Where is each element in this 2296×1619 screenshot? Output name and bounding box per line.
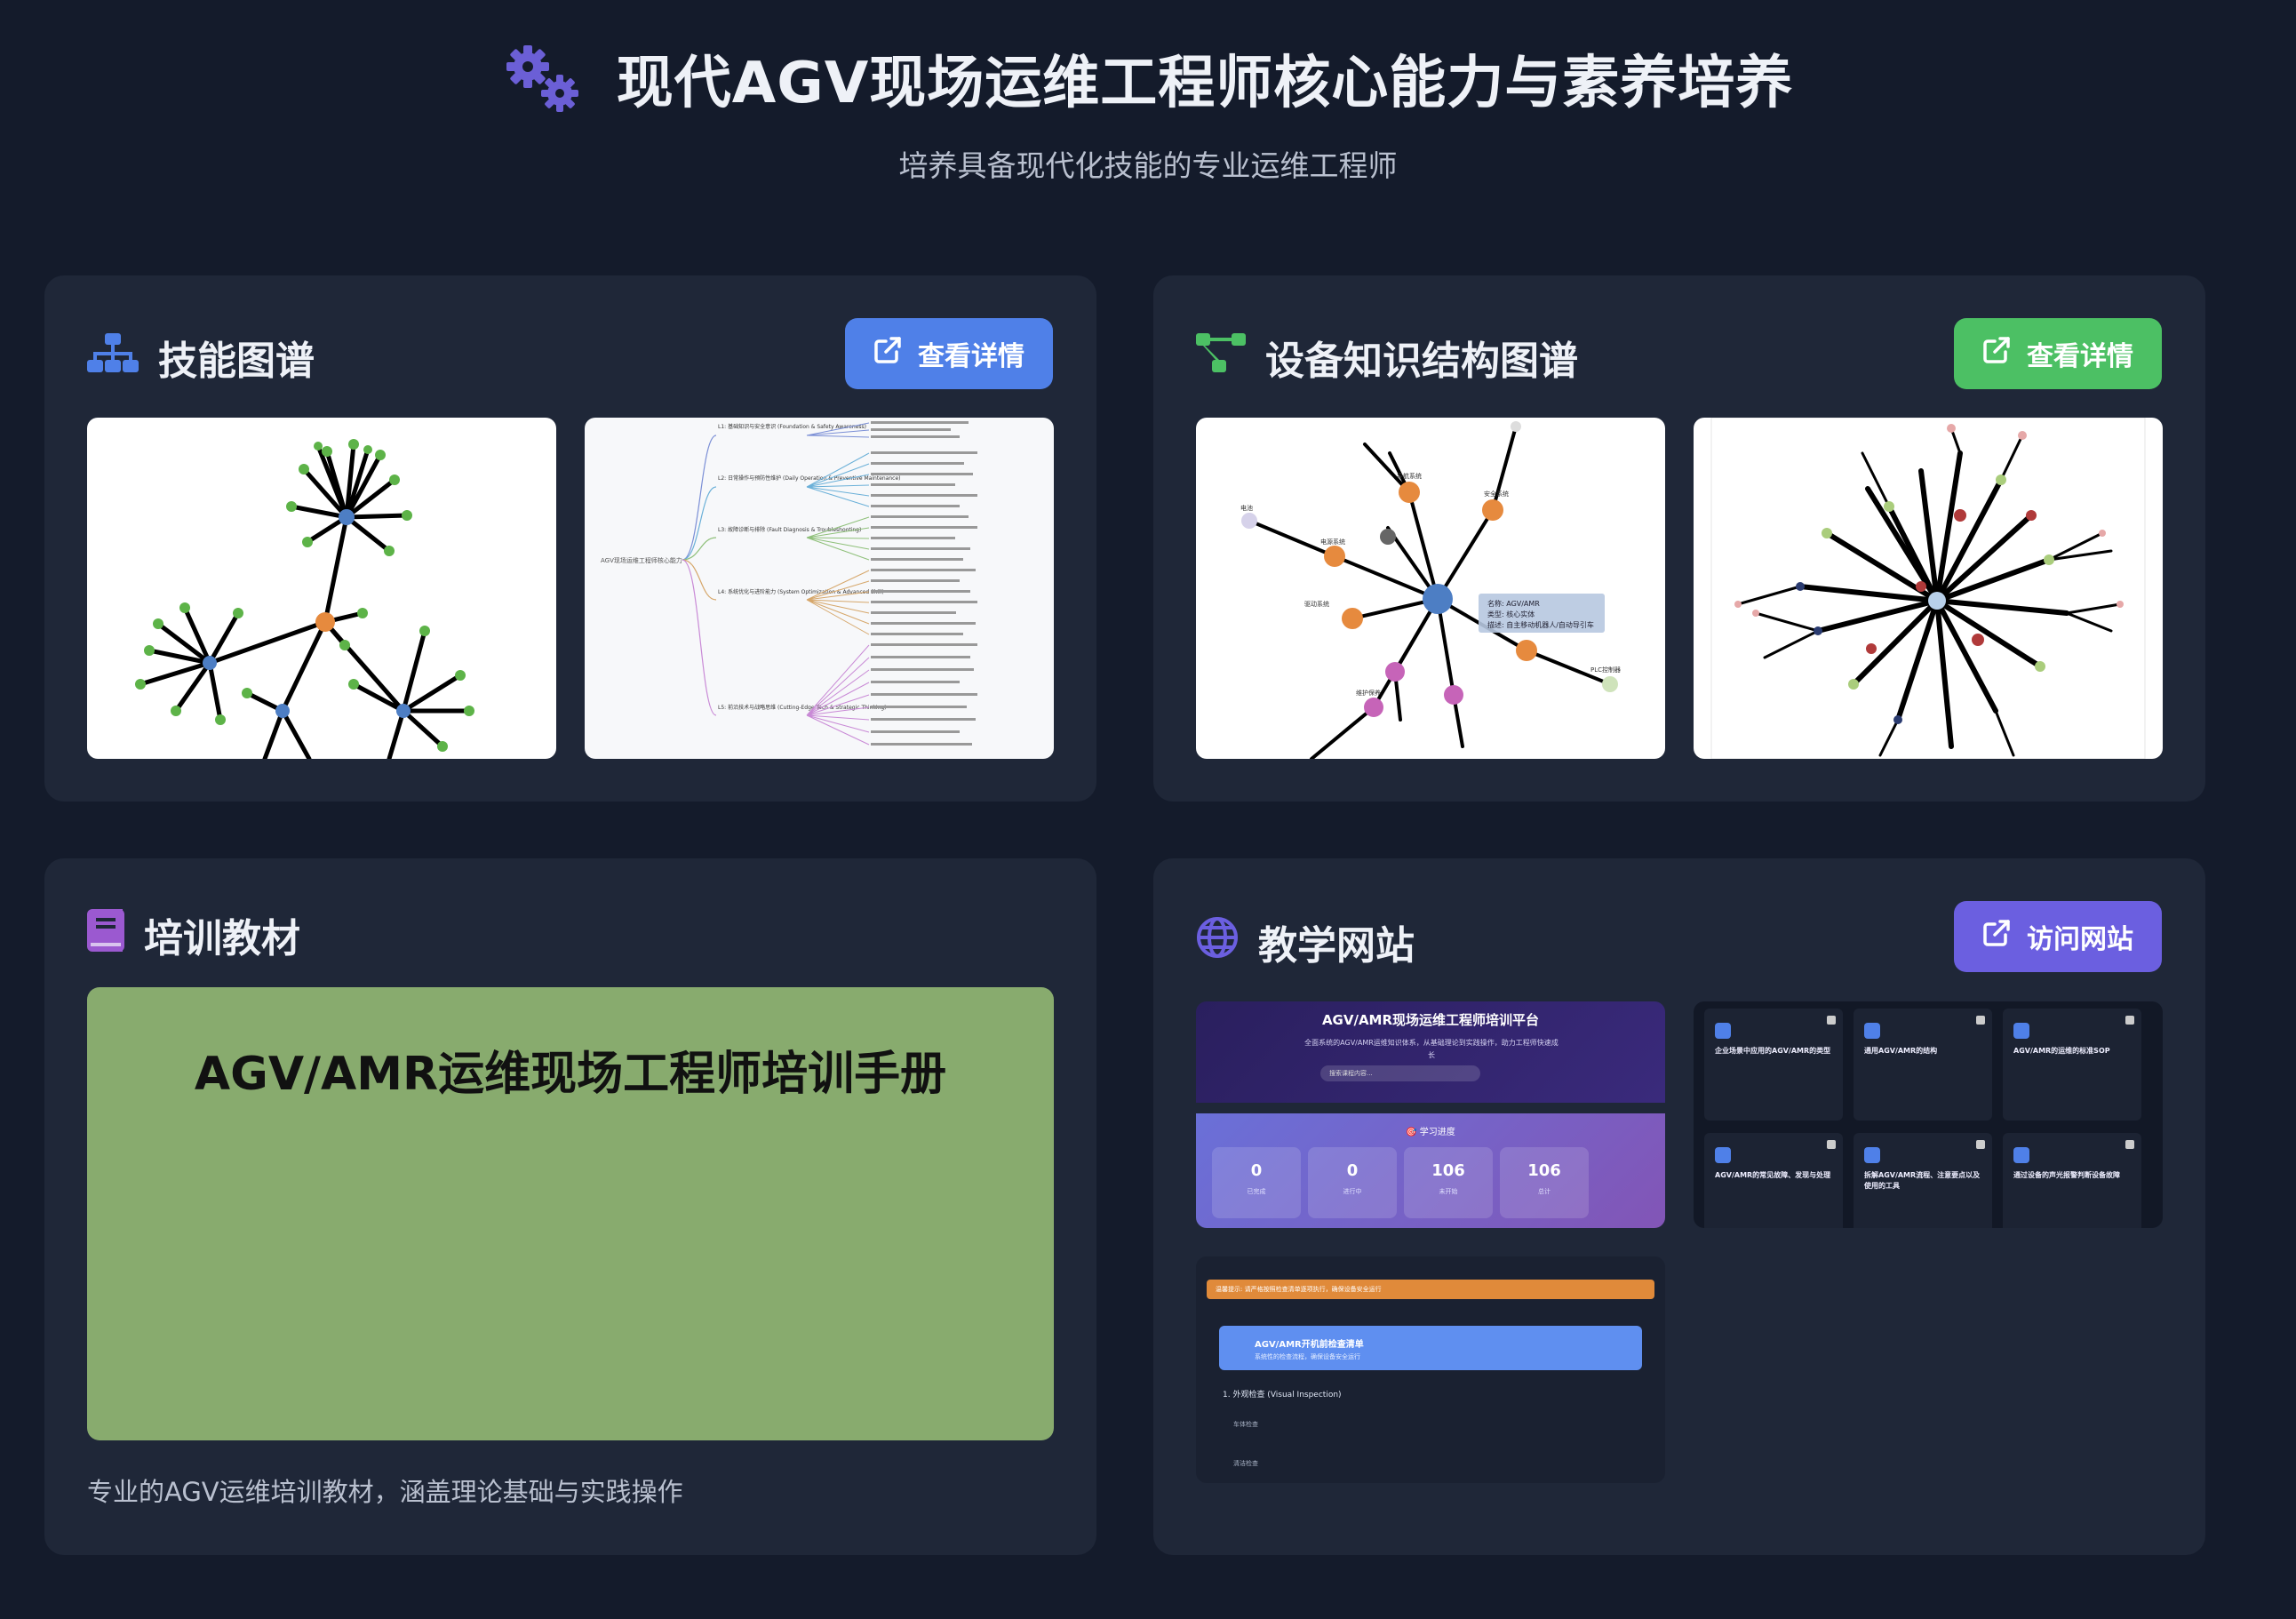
node-label-maintenance: 维护保养 <box>1356 689 1381 697</box>
training-manual-cover[interactable]: AGV/AMR运维现场工程师培训手册 <box>87 987 1054 1440</box>
sitemap-icon <box>87 332 139 382</box>
node-label-safety: 安全系统 <box>1484 490 1509 498</box>
page-title: 现代AGV现场运维工程师核心能力与素养培养 <box>616 51 1794 116</box>
skills-card-header: 技能图谱 <box>87 329 315 386</box>
platform-subtitle: 全面系统的AGV/AMR运维知识体系，从基础理论到实践操作，助力工程师快速成长 <box>1304 1039 1559 1059</box>
skills-details-button[interactable]: 查看详情 <box>845 318 1053 389</box>
website-card-title: 教学网站 <box>1258 923 1415 969</box>
tooltip-type: 类型: 核心实体 <box>1487 610 1535 618</box>
external-link-icon <box>873 336 902 371</box>
progress-title: 🎯 学习进度 <box>1406 1128 1455 1137</box>
cogs-icon <box>503 44 585 113</box>
stat-not-started: 106 未开始 <box>1404 1147 1493 1218</box>
stat-completed: 0 已完成 <box>1212 1147 1301 1218</box>
equipment-card: 设备知识结构图谱 查看详情 名称: AGV/AMR 类型: 核心实体 描述: 自… <box>1153 275 2205 802</box>
equipment-details-button[interactable]: 查看详情 <box>1954 318 2162 389</box>
equipment-card-title: 设备知识结构图谱 <box>1265 339 1578 384</box>
globe-icon <box>1196 916 1239 969</box>
checklist-warning: 温馨提示: 请严格按照检查清单逐项执行，确保设备安全运行 <box>1207 1280 1654 1299</box>
book-icon <box>87 908 124 961</box>
checklist-header: AGV/AMR开机前检查清单 系统性的检查流程，确保设备安全运行 <box>1219 1326 1642 1370</box>
skills-card: 技能图谱 查看详情 AGV现场运维工程师核心能力 L1: 基础知识与安全意识 (… <box>44 275 1096 802</box>
equipment-card-header: 设备知识结构图谱 <box>1196 329 1578 386</box>
tooltip-name: 名称: AGV/AMR <box>1487 599 1540 608</box>
project-diagram-icon <box>1196 332 1246 382</box>
checklist-item: 车体检查 <box>1233 1421 1258 1428</box>
node-label-plc: PLC控制器 <box>1590 666 1621 674</box>
training-card-title: 培训教材 <box>144 916 300 961</box>
mindmap-level-1: L1: 基础知识与安全意识 (Foundation & Safety Aware… <box>718 423 866 430</box>
stat-total: 106 总计 <box>1500 1147 1589 1218</box>
skills-details-label: 查看详情 <box>918 341 1024 372</box>
checklist-section: 1. 外观检查 (Visual Inspection) <box>1223 1391 1342 1400</box>
equipment-network-thumbnail[interactable] <box>1694 418 2163 759</box>
mindmap-level-5: L5: 前沿技术与战略思维 (Cutting-Edge Tech & Strat… <box>718 704 886 711</box>
node-label-drive: 驱动系统 <box>1304 600 1329 608</box>
page-subtitle: 培养具备现代化技能的专业运维工程师 <box>898 148 1398 183</box>
module-card: 拆解AGV/AMR流程、注意要点以及使用的工具 <box>1854 1133 1992 1228</box>
website-modules-thumbnail[interactable]: 企业场景中应用的AGV/AMR的类型 通用AGV/AMR的结构 AGV/AMR的… <box>1694 1001 2163 1228</box>
website-card-header: 教学网站 <box>1196 913 1415 970</box>
external-link-icon <box>1982 919 2011 954</box>
module-card: 企业场景中应用的AGV/AMR的类型 <box>1704 1009 1843 1121</box>
training-description: 专业的AGV运维培训教材，涵盖理论基础与实践操作 <box>87 1477 683 1507</box>
manual-title: AGV/AMR运维现场工程师培训手册 <box>194 1048 947 1101</box>
skill-mindmap-thumbnail[interactable]: AGV现场运维工程师核心能力 L1: 基础知识与安全意识 (Foundation… <box>585 418 1054 759</box>
platform-search: 搜索课程内容... <box>1320 1065 1480 1081</box>
mindmap-level-2: L2: 日常操作与预防性维护 (Daily Operation & Preven… <box>718 475 901 482</box>
mindmap-level-4: L4: 系统优化与进阶能力 (System Optimization & Adv… <box>718 588 884 595</box>
visit-website-label: 访问网站 <box>2027 924 2133 955</box>
website-home-thumbnail[interactable]: AGV/AMR现场运维工程师培训平台 全面系统的AGV/AMR运维知识体系，从基… <box>1196 1001 1665 1228</box>
module-card: 通用AGV/AMR的结构 <box>1854 1009 1992 1121</box>
visit-website-button[interactable]: 访问网站 <box>1954 901 2162 972</box>
skills-card-title: 技能图谱 <box>158 339 315 384</box>
node-label-battery: 电池 <box>1240 504 1253 512</box>
equipment-graph-thumbnail[interactable]: 名称: AGV/AMR 类型: 核心实体 描述: 自主移动机器人/自动导引车 电… <box>1196 418 1665 759</box>
page-header: 现代AGV现场运维工程师核心能力与素养培养 培养具备现代化技能的专业运维工程师 <box>0 0 2296 249</box>
equipment-details-label: 查看详情 <box>2027 341 2133 372</box>
node-label-navigation: 导航系统 <box>1397 472 1422 480</box>
mindmap-root-label: AGV现场运维工程师核心能力 <box>601 556 682 564</box>
stat-in-progress: 0 进行中 <box>1308 1147 1397 1218</box>
skill-graph-thumbnail[interactable] <box>87 418 556 759</box>
training-card-header: 培训教材 <box>87 906 300 963</box>
platform-title: AGV/AMR现场运维工程师培训平台 <box>1321 1012 1540 1028</box>
module-card: AGV/AMR的常见故障、发现与处理 <box>1704 1133 1843 1228</box>
node-label-power: 电源系统 <box>1320 538 1345 546</box>
checklist-item: 清洁检查 <box>1233 1460 1258 1467</box>
module-card: 通过设备的声光报警判断设备故障 <box>2003 1133 2141 1228</box>
module-card: AGV/AMR的运维的标准SOP <box>2003 1009 2141 1121</box>
tooltip-desc: 描述: 自主移动机器人/自动导引车 <box>1487 620 1594 629</box>
website-checklist-thumbnail[interactable]: 温馨提示: 请严格按照检查清单逐项执行，确保设备安全运行 AGV/AMR开机前检… <box>1196 1256 1665 1483</box>
external-link-icon <box>1982 336 2011 371</box>
